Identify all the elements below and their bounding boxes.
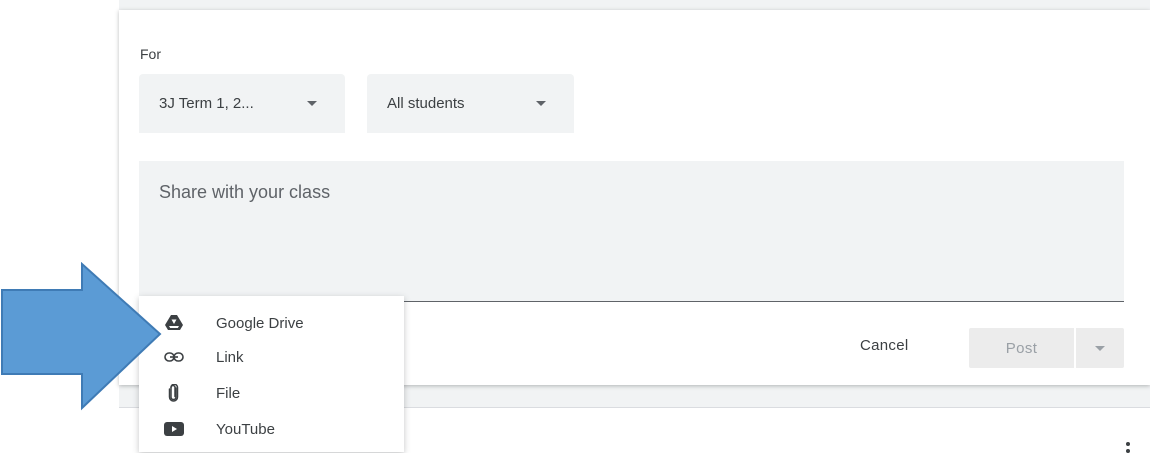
menu-item-youtube[interactable]: YouTube (139, 412, 404, 446)
share-placeholder: Share with your class (159, 182, 331, 202)
dropdown-arrow-icon (536, 101, 546, 106)
dropdown-arrow-icon (307, 101, 317, 106)
attach-menu: Google Drive Link File YouTube (139, 296, 404, 452)
menu-item-label: Google Drive (216, 314, 304, 332)
cancel-button[interactable]: Cancel (860, 337, 909, 354)
audience-dropdown[interactable]: All students (367, 74, 574, 133)
menu-item-label: File (216, 384, 241, 402)
more-options-icon[interactable] (1126, 442, 1130, 453)
class-dropdown[interactable]: 3J Term 1, 2... (139, 74, 345, 133)
menu-item-label: YouTube (216, 420, 275, 438)
class-dropdown-value: 3J Term 1, 2... (159, 95, 254, 112)
menu-item-label: Link (216, 348, 244, 366)
paperclip-icon (164, 384, 184, 402)
youtube-icon (164, 420, 184, 438)
share-textarea[interactable]: Share with your class (139, 161, 1124, 302)
google-drive-icon (164, 314, 184, 332)
menu-item-google-drive[interactable]: Google Drive (139, 306, 404, 340)
menu-item-link[interactable]: Link (139, 340, 404, 374)
menu-item-file[interactable]: File (139, 376, 404, 410)
dropdown-arrow-icon (1095, 346, 1105, 351)
post-options-button[interactable] (1076, 328, 1124, 368)
post-button[interactable]: Post (969, 328, 1074, 368)
audience-dropdown-value: All students (387, 95, 465, 112)
classroom-screenshot: For 3J Term 1, 2... All students Share w… (119, 0, 1150, 453)
callout-arrow-icon (1, 262, 162, 411)
link-icon (164, 348, 184, 366)
for-label: For (140, 46, 161, 62)
